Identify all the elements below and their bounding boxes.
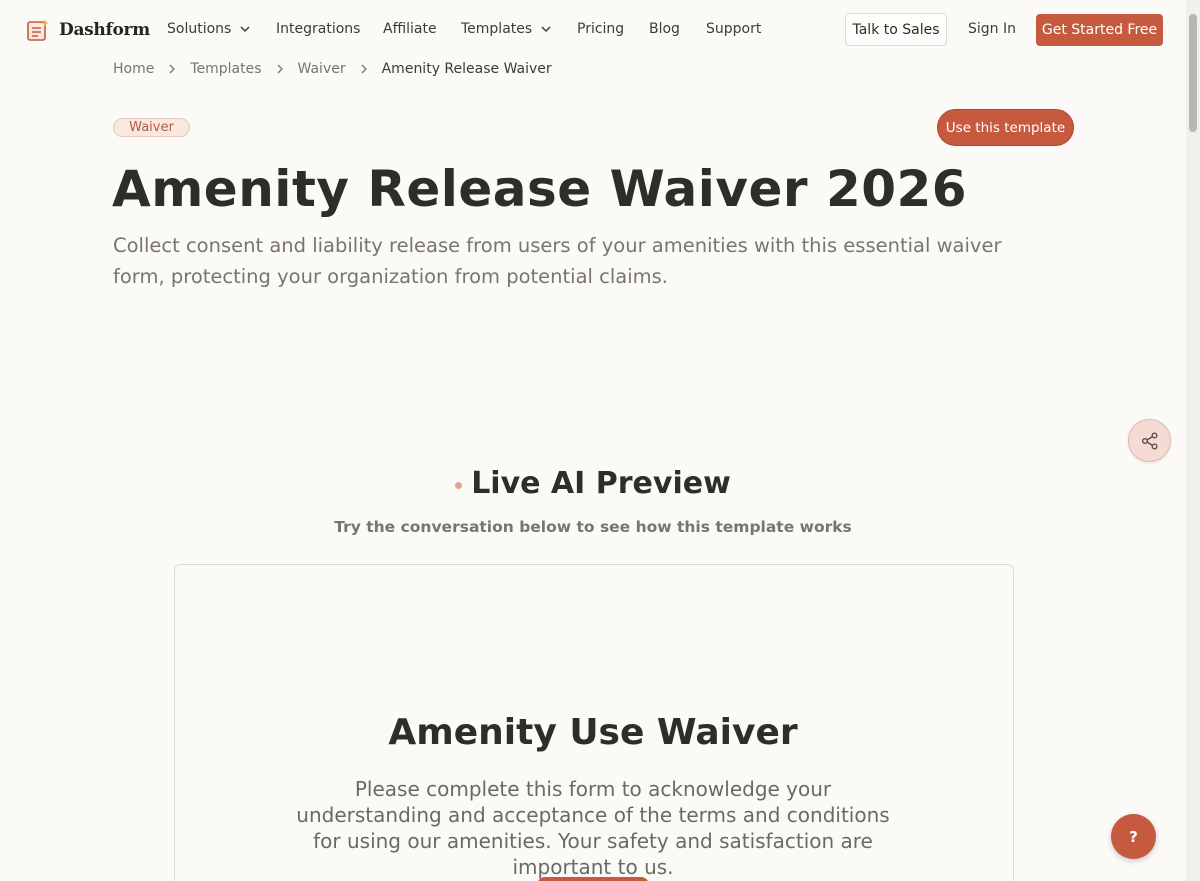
logo[interactable]: Dashform	[26, 18, 150, 42]
get-started-button[interactable]: Get Started Free	[1036, 14, 1163, 46]
breadcrumb: Home Templates Waiver Amenity Release Wa…	[113, 61, 552, 77]
chevron-right-icon	[361, 64, 367, 74]
share-icon	[1141, 432, 1157, 449]
preview-subtitle: Try the conversation below to see how th…	[334, 518, 852, 536]
scrollbar-track[interactable]	[1186, 0, 1200, 881]
nav-solutions[interactable]: Solutions	[167, 21, 251, 37]
page-title: Amenity Release Waiver 2026	[112, 160, 968, 218]
breadcrumb-templates[interactable]: Templates	[190, 61, 261, 77]
sign-in-link[interactable]: Sign In	[968, 21, 1016, 37]
category-tag[interactable]: Waiver	[113, 118, 190, 137]
use-template-button[interactable]: Use this template	[937, 109, 1074, 146]
preview-heading: Live AI Preview	[0, 466, 1186, 501]
nav-templates[interactable]: Templates	[461, 21, 552, 37]
form-start-button[interactable]	[537, 877, 649, 881]
top-navbar: Dashform Solutions Integrations Affiliat…	[0, 0, 1186, 60]
nav-support[interactable]: Support	[706, 21, 761, 37]
nav-integrations[interactable]: Integrations	[276, 21, 360, 37]
preview-title: Live AI Preview	[471, 466, 731, 501]
nav-blog[interactable]: Blog	[649, 21, 680, 37]
nav-solutions-label: Solutions	[167, 21, 232, 37]
nav-templates-label: Templates	[461, 21, 533, 37]
form-title: Amenity Use Waiver	[388, 712, 798, 753]
logo-text: Dashform	[59, 20, 150, 40]
help-button[interactable]: ?	[1111, 814, 1156, 859]
chevron-down-icon	[541, 26, 551, 33]
page-subtitle: Collect consent and liability release fr…	[113, 234, 1002, 288]
form-sparkle-icon	[27, 19, 49, 41]
breadcrumb-current: Amenity Release Waiver	[381, 61, 552, 77]
breadcrumb-home[interactable]: Home	[113, 61, 154, 77]
chevron-right-icon	[277, 64, 283, 74]
nav-affiliate[interactable]: Affiliate	[383, 21, 437, 37]
chevron-down-icon	[240, 26, 250, 33]
talk-to-sales-button[interactable]: Talk to Sales	[845, 13, 947, 46]
share-button[interactable]	[1128, 419, 1171, 462]
chevron-right-icon	[169, 64, 176, 74]
scrollbar-thumb[interactable]	[1189, 14, 1197, 132]
breadcrumb-waiver[interactable]: Waiver	[298, 61, 346, 77]
form-description: Please complete this form to acknowledge…	[296, 777, 890, 879]
live-indicator-dot	[455, 482, 463, 489]
nav-pricing[interactable]: Pricing	[577, 21, 624, 37]
